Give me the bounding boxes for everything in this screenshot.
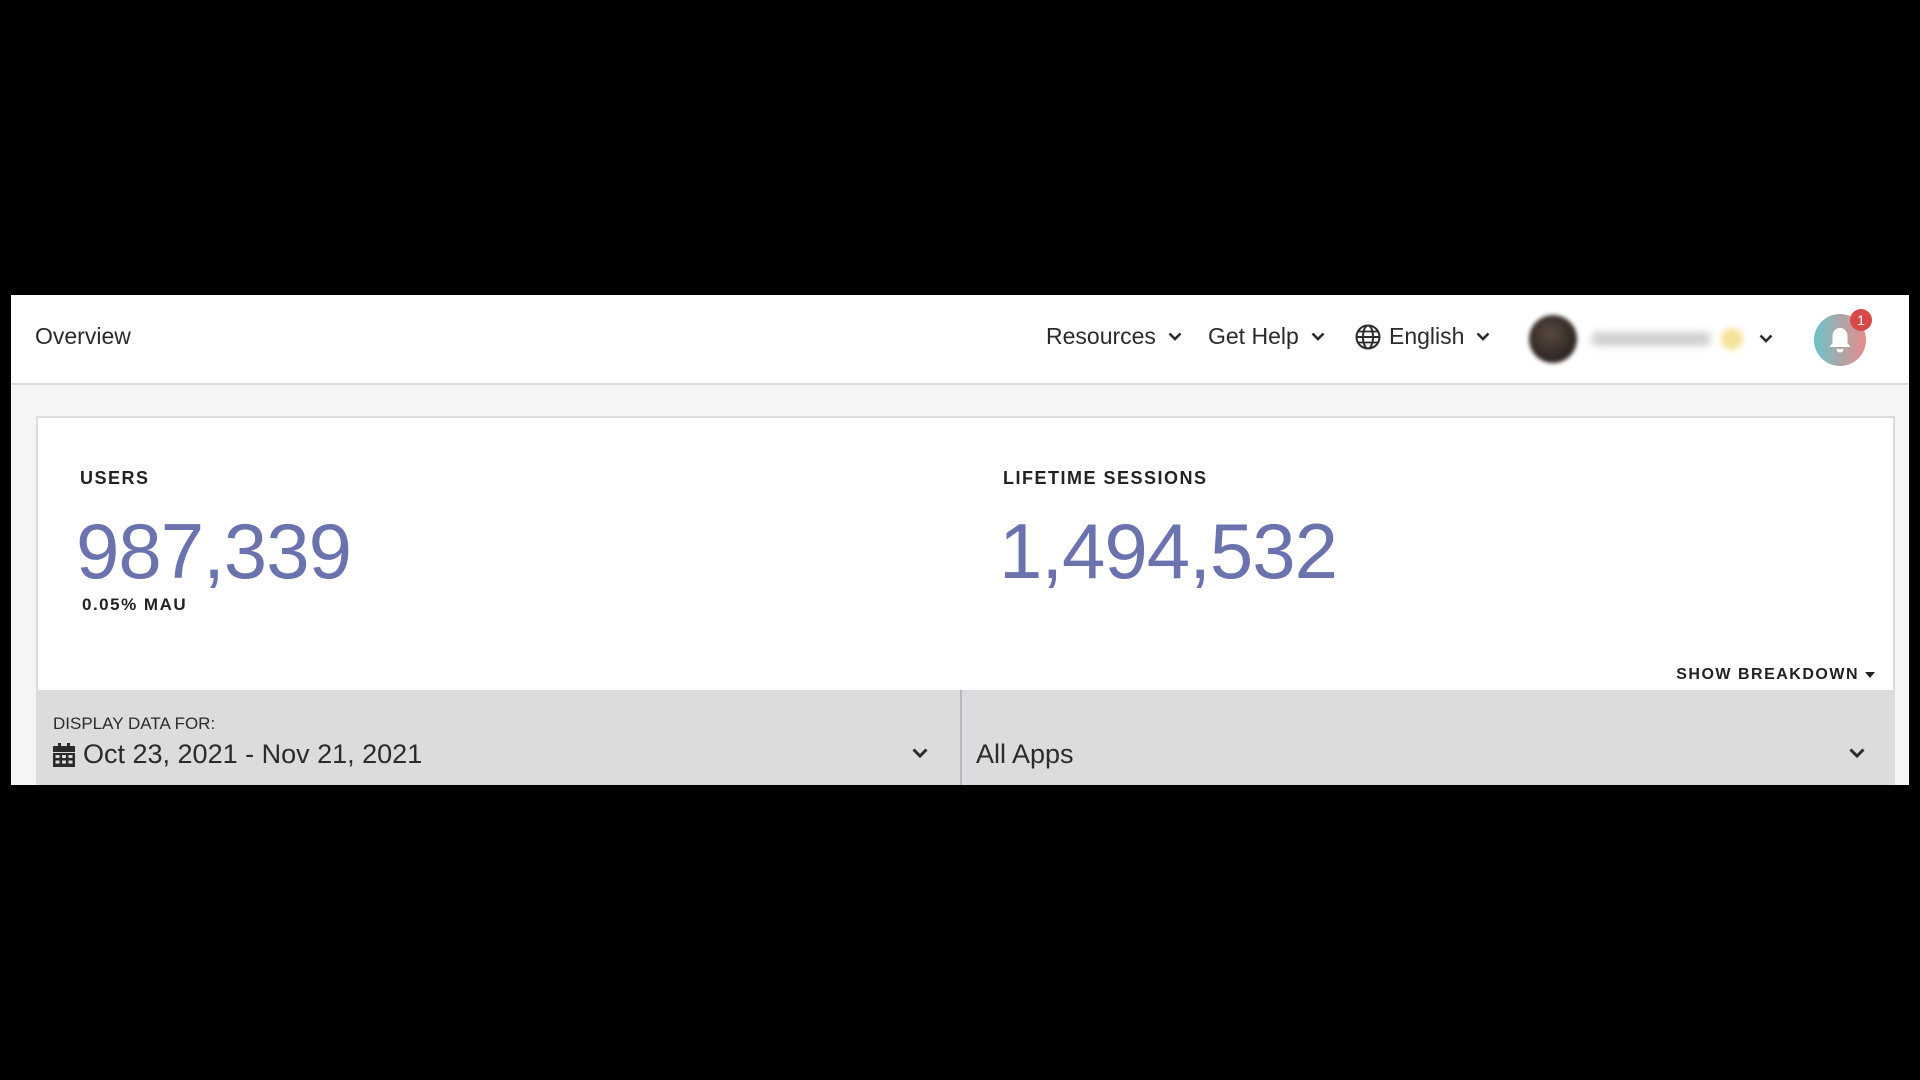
users-value: 987,339	[76, 507, 352, 595]
chevron-down-icon	[1311, 332, 1325, 341]
notification-count-badge: 1	[1850, 309, 1872, 331]
resources-label: Resources	[1046, 323, 1156, 349]
users-label: USERS	[80, 468, 150, 488]
caret-down-icon	[1865, 672, 1875, 678]
user-account-menu[interactable]	[1529, 309, 1791, 369]
apps-value: All Apps	[976, 739, 1074, 769]
date-range-dropdown[interactable]: DISPLAY DATA FOR: Oct 23, 2021 - Nov 21,…	[36, 690, 960, 785]
resources-menu[interactable]: Resources	[1046, 323, 1182, 350]
date-range-value: Oct 23, 2021 - Nov 21, 2021	[83, 739, 423, 769]
user-name-redacted	[1591, 332, 1711, 346]
page-title: Overview	[35, 323, 131, 349]
chevron-down-icon	[1168, 332, 1182, 341]
get-help-menu[interactable]: Get Help	[1208, 323, 1325, 350]
language-label: English	[1389, 323, 1465, 349]
globe-icon	[1355, 324, 1381, 349]
date-range-value-wrap: Oct 23, 2021 - Nov 21, 2021	[53, 739, 422, 770]
get-help-label: Get Help	[1208, 323, 1299, 349]
lifetime-sessions-label: LIFETIME SESSIONS	[1003, 468, 1208, 488]
chevron-down-icon	[912, 748, 928, 759]
breakdown-bar: SHOW BREAKDOWN	[36, 658, 1895, 692]
apps-dropdown[interactable]: All Apps	[962, 690, 1895, 785]
chevron-down-icon	[1477, 332, 1490, 341]
chevron-down-icon	[1759, 334, 1773, 343]
stats-card: USERS 987,339 0.05% MAU LIFETIME SESSION…	[36, 416, 1895, 660]
app-window: Overview Resources Get Help English 1 US…	[11, 295, 1909, 785]
show-breakdown-button[interactable]: SHOW BREAKDOWN	[1676, 666, 1875, 684]
avatar	[1529, 315, 1577, 363]
show-breakdown-label: SHOW BREAKDOWN	[1676, 666, 1859, 683]
date-range-caption: DISPLAY DATA FOR:	[53, 714, 216, 733]
status-dot	[1721, 328, 1743, 350]
calendar-icon	[53, 742, 75, 767]
top-navigation-bar: Overview Resources Get Help English 1	[11, 295, 1909, 385]
mau-percentage: 0.05% MAU	[82, 595, 188, 614]
bell-icon	[1829, 328, 1851, 353]
language-menu[interactable]: English	[1355, 323, 1490, 350]
lifetime-sessions-value: 1,494,532	[999, 507, 1338, 595]
chevron-down-icon	[1849, 748, 1865, 759]
